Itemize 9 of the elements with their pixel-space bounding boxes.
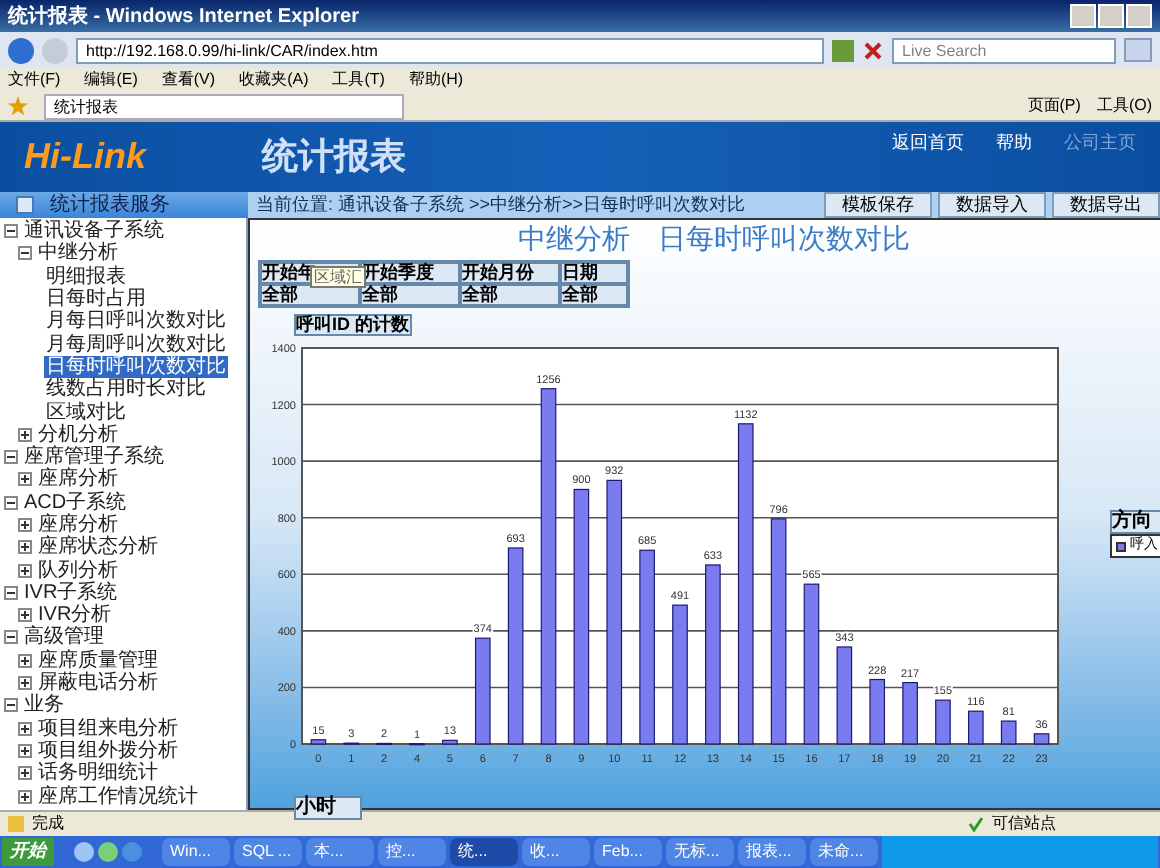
breadcrumb: 当前位置: 通讯设备子系统 >>中继分析>>日每时呼叫次数对比 <box>254 192 748 218</box>
status-text: 完成 <box>32 812 66 836</box>
page-heading: 统计报表 <box>262 134 408 180</box>
zone-label: 可信站点 <box>992 812 1058 836</box>
tooltip: 区域汇 <box>310 266 366 288</box>
sidebar-title: 统计报表服务 <box>50 193 170 217</box>
window-title: 统计报表 - Windows Internet Explorer <box>8 3 361 31</box>
report-title: 中继分析 日每时呼叫次数对比 <box>516 222 912 260</box>
logo: Hi-Link <box>24 134 149 180</box>
